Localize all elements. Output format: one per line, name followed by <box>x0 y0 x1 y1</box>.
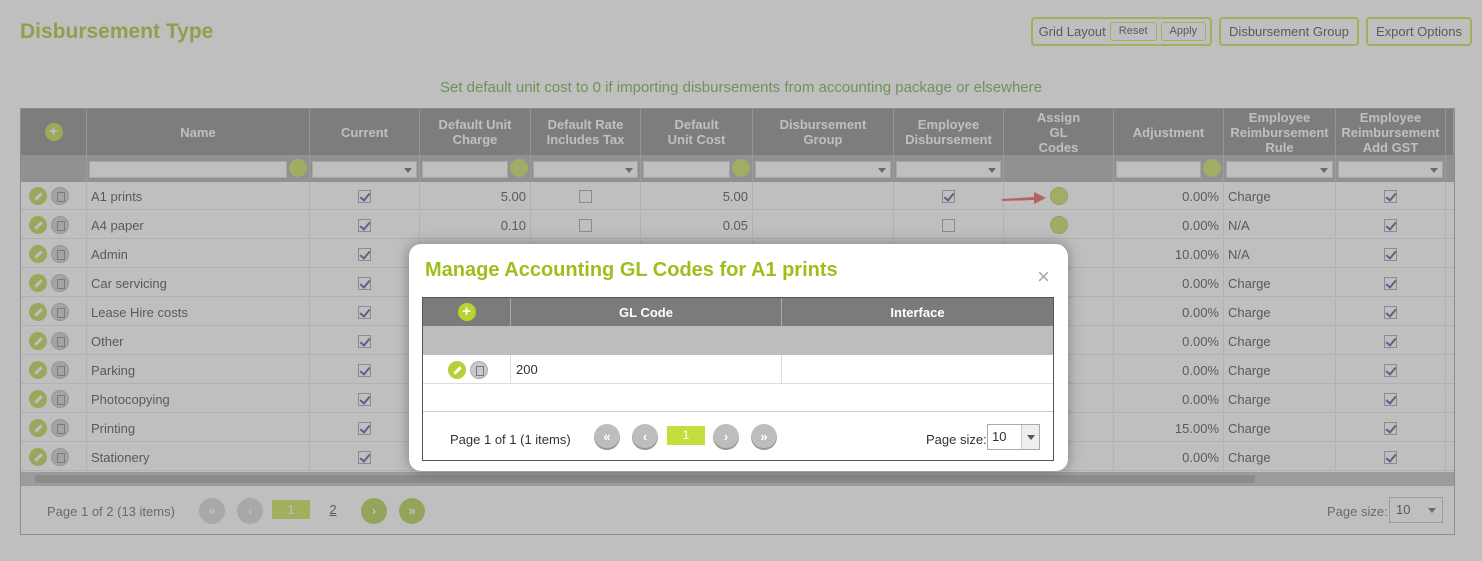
column-header-gl-code[interactable]: GL Code <box>511 298 782 326</box>
interface-cell <box>782 355 1053 384</box>
gl-pager: Page 1 of 1 (1 items) « ‹ 1 › » Page siz… <box>423 412 1053 460</box>
gl-pager-info: Page 1 of 1 (1 items) <box>450 432 571 447</box>
close-icon[interactable]: × <box>1037 266 1050 288</box>
trash-icon[interactable] <box>470 360 488 379</box>
gl-empty-row <box>423 384 1053 412</box>
column-header-interface[interactable]: Interface <box>782 298 1053 326</box>
gl-row-actions <box>423 355 511 384</box>
modal-title: Manage Accounting GL Codes for A1 prints <box>425 259 838 281</box>
disbursement-type-page: Disbursement Type Grid Layout Reset Appl… <box>0 0 1482 561</box>
next-page-icon[interactable]: › <box>713 424 739 450</box>
plus-circle-icon[interactable]: + <box>457 303 476 321</box>
gl-page-size-select[interactable]: 10 <box>987 424 1040 450</box>
gl-code-cell: 200 <box>511 355 782 384</box>
gl-codes-grid: + GL Code Interface 200 Page 1 of 1 (1 i… <box>422 297 1054 461</box>
gl-codes-modal: Manage Accounting GL Codes for A1 prints… <box>409 244 1068 471</box>
gl-add-cell: + <box>423 298 511 326</box>
prev-page-icon[interactable]: ‹ <box>632 424 658 450</box>
pencil-icon[interactable] <box>448 360 466 379</box>
gl-filter-row <box>423 326 1053 355</box>
gl-grid-header: + GL Code Interface <box>423 298 1053 326</box>
gl-page-size-value: 10 <box>992 429 1007 444</box>
table-row: 200 <box>423 355 1053 384</box>
last-page-icon[interactable]: » <box>751 424 777 450</box>
gl-page-size-label: Page size: <box>926 432 987 447</box>
gl-pager-page-current[interactable]: 1 <box>667 426 705 445</box>
chevron-down-icon[interactable] <box>1021 425 1039 449</box>
first-page-icon[interactable]: « <box>594 424 620 450</box>
